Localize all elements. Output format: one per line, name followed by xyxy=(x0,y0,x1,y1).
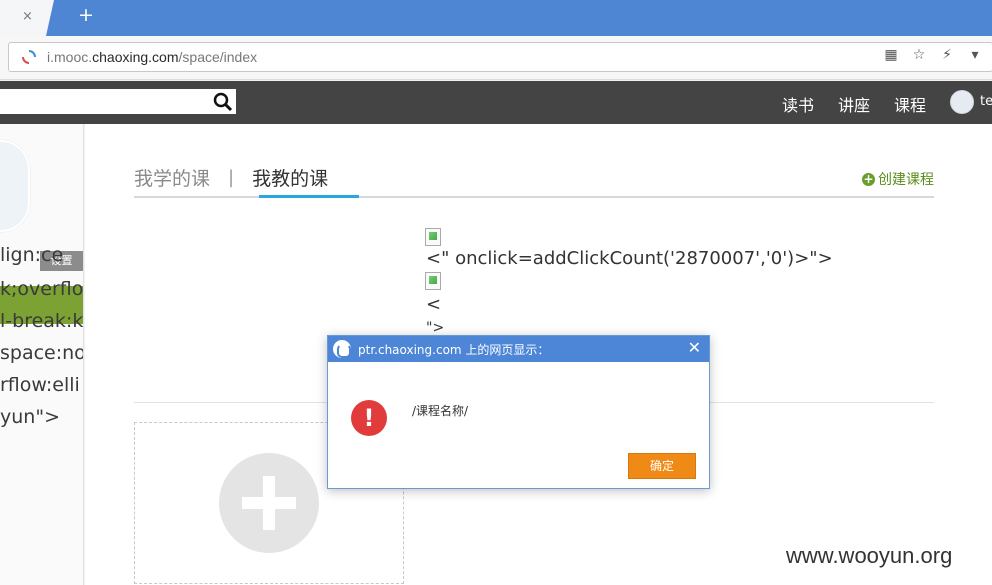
active-tab-indicator xyxy=(259,195,359,198)
plus-circle-icon: + xyxy=(862,171,875,186)
broken-image-icon xyxy=(425,272,441,290)
tab-close-icon[interactable]: × xyxy=(22,9,33,24)
profile-sidebar: 设置 lign:ce k;overflo l-break:k space:no … xyxy=(0,124,84,585)
plus-icon xyxy=(219,453,319,553)
alert-dialog: ptr.chaoxing.com 上的网页显示： ✕ ! /课程名称/ 确定 xyxy=(327,335,710,489)
user-avatar[interactable] xyxy=(950,90,974,114)
tab-my-learning[interactable]: 我学的课 xyxy=(134,164,210,191)
search-button[interactable] xyxy=(210,89,236,114)
user-name[interactable]: te xyxy=(980,94,992,109)
code-line: rflow:elli xyxy=(0,374,80,396)
code-line: space:no xyxy=(0,342,84,364)
search-input[interactable] xyxy=(0,89,236,114)
browser-tab[interactable]: × xyxy=(0,0,54,36)
nav-item-reading[interactable]: 读书 xyxy=(782,92,814,116)
site-header: 读书 讲座 课程 te xyxy=(0,81,992,124)
profile-avatar[interactable] xyxy=(0,140,30,232)
tab-my-teaching[interactable]: 我教的课 xyxy=(252,164,328,191)
raw-html-text: "> xyxy=(426,320,445,336)
code-line: lign:ce xyxy=(0,244,64,266)
dialog-title: ptr.chaoxing.com 上的网页显示： xyxy=(358,343,550,357)
code-line: k;overflo xyxy=(0,278,84,300)
nav-item-courses[interactable]: 课程 xyxy=(894,92,926,116)
search-icon xyxy=(213,92,233,112)
site-loading-icon xyxy=(22,50,36,64)
url-domain: chaoxing.com xyxy=(92,49,179,65)
qr-code-icon[interactable]: ▦ xyxy=(882,47,900,63)
url-field[interactable]: i.mooc.chaoxing.com/space/index ▦ ☆ ⚡ ▾ xyxy=(8,42,992,72)
dropdown-arrow-icon[interactable]: ▾ xyxy=(966,47,984,63)
browser-logo-icon xyxy=(333,340,351,358)
dialog-title-bar: ptr.chaoxing.com 上的网页显示： ✕ xyxy=(328,336,709,362)
create-course-link[interactable]: + 创建课程 xyxy=(862,169,934,189)
code-line: yun"> xyxy=(0,406,60,428)
url-path: /space/index xyxy=(178,49,258,65)
bookmark-star-icon[interactable]: ☆ xyxy=(910,47,928,63)
watermark: www.wooyun.org xyxy=(786,543,953,568)
address-bar: i.mooc.chaoxing.com/space/index ▦ ☆ ⚡ ▾ xyxy=(0,36,992,80)
tab-separator: | xyxy=(228,167,235,188)
broken-image-icon xyxy=(425,228,441,246)
main-nav: 读书 讲座 课程 xyxy=(782,92,926,116)
url-actions: ▦ ☆ ⚡ ▾ xyxy=(882,47,984,63)
raw-html-text: < xyxy=(426,294,442,315)
exclamation-icon: ! xyxy=(351,400,387,436)
ok-button[interactable]: 确定 xyxy=(628,453,696,479)
new-tab-button[interactable]: + xyxy=(78,4,94,26)
browser-tab-bar: × + xyxy=(0,0,992,36)
close-icon[interactable]: ✕ xyxy=(688,338,701,357)
course-tabs: 我学的课 | 我教的课 xyxy=(134,164,328,191)
create-course-label: 创建课程 xyxy=(878,172,934,188)
url-prefix: i.mooc. xyxy=(47,49,93,65)
dialog-message: /课程名称/ xyxy=(412,404,469,418)
code-line: l-break:k xyxy=(0,310,84,332)
lightning-icon[interactable]: ⚡ xyxy=(938,47,956,63)
raw-html-text: <" onclick=addClickCount('2870007','0')>… xyxy=(426,248,833,269)
tabs-divider xyxy=(134,196,934,198)
nav-item-lectures[interactable]: 讲座 xyxy=(838,92,870,116)
url-text: i.mooc.chaoxing.com/space/index xyxy=(47,49,257,65)
